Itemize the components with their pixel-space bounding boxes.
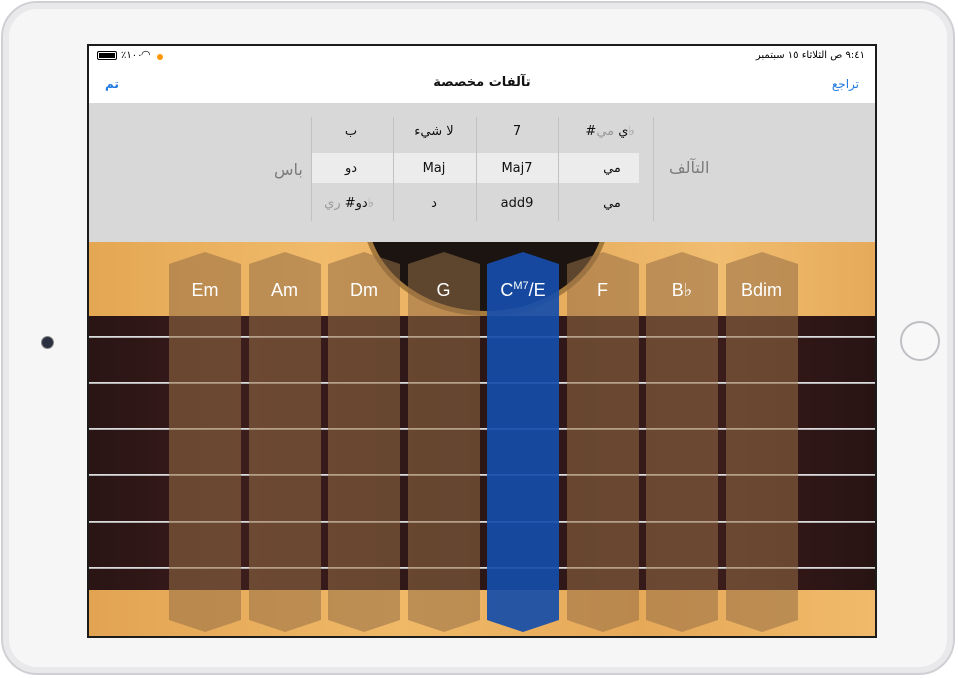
page-title: تآلفات مخصصة — [433, 75, 531, 90]
chord-strip-label: Dm — [350, 280, 378, 300]
bass-option[interactable]: دو# ري♭ — [311, 189, 391, 219]
wifi-icon: ◠ — [141, 48, 151, 61]
bass-option-label: دو# — [344, 196, 368, 211]
quality-option[interactable]: لا شيء — [393, 117, 475, 147]
undo-button[interactable]: تراجع — [832, 77, 859, 91]
quality-option[interactable]: د — [393, 189, 475, 219]
root-option[interactable]: مي — [571, 189, 653, 219]
extension-option[interactable]: add9 — [476, 189, 558, 219]
chord-strip-2[interactable]: Dm — [328, 252, 400, 632]
chord-strip-1[interactable]: Am — [248, 252, 321, 632]
chord-strip-4[interactable]: CM7/E — [487, 252, 559, 632]
chord-strip-label: Bdim — [740, 280, 782, 300]
bass-label: باس — [274, 160, 303, 179]
chord-strip-label: B♭ — [671, 280, 693, 300]
quality-picker-column[interactable]: لا شيء Maj د — [393, 117, 475, 221]
chord-strip-label: CM7/E — [500, 280, 546, 300]
bass-selected[interactable]: دو — [311, 154, 391, 184]
chord-strip-3[interactable]: G — [407, 252, 480, 632]
battery-icon — [97, 51, 117, 60]
chord-strip-5[interactable]: F — [566, 252, 639, 632]
ipad-frame: ٪١٠٠ ◠ ٩:٤١ ص الثلاثاء ١٥ سبتمبر تم تآلف… — [1, 1, 955, 675]
battery-percent: ٪١٠٠ — [121, 50, 143, 61]
chord-strip-label: F — [597, 280, 608, 300]
extension-picker-column[interactable]: 7 Maj7 add9 — [476, 117, 559, 221]
screen: ٪١٠٠ ◠ ٩:٤١ ص الثلاثاء ١٥ سبتمبر تم تآلف… — [87, 44, 877, 638]
guitar-body: Em Am Dm G CM7/E F B♭ Bdim — [89, 242, 875, 636]
chord-strip-label: Am — [271, 280, 298, 300]
quality-selected[interactable]: Maj — [393, 154, 475, 184]
bass-picker-column[interactable]: ب دو دو# ري♭ — [311, 117, 391, 221]
chord-strip-0[interactable]: Em — [169, 252, 241, 632]
root-option-alt: مي♭ — [596, 124, 635, 139]
chord-strip-7[interactable]: Bdim — [725, 252, 798, 632]
status-bar: ٪١٠٠ ◠ ٩:٤١ ص الثلاثاء ١٥ سبتمبر — [89, 46, 875, 66]
status-time: ٩:٤١ ص الثلاثاء ١٥ سبتمبر — [755, 50, 865, 61]
chord-strip-label: Em — [191, 280, 219, 300]
recording-indicator — [157, 54, 163, 60]
extension-option[interactable]: 7 — [476, 117, 558, 147]
chord-strip-6[interactable]: B♭ — [646, 252, 718, 632]
navigation-bar: تم تآلفات مخصصة تراجع — [89, 66, 875, 104]
camera-icon — [41, 336, 54, 349]
root-picker-column[interactable]: #ي مي♭ مي مي — [571, 117, 654, 221]
chord-picker: باس ب دو دو# ري♭ لا شيء Maj د 7 Maj7 add… — [89, 103, 875, 242]
extension-selected[interactable]: Maj7 — [476, 154, 558, 184]
root-selected[interactable]: مي — [571, 154, 653, 184]
chord-strip-label: G — [436, 280, 451, 300]
chord-label: التآلف — [669, 158, 710, 177]
root-option[interactable]: #ي مي♭ — [571, 117, 653, 147]
home-button[interactable] — [900, 321, 940, 361]
bass-option[interactable]: ب — [311, 117, 391, 147]
